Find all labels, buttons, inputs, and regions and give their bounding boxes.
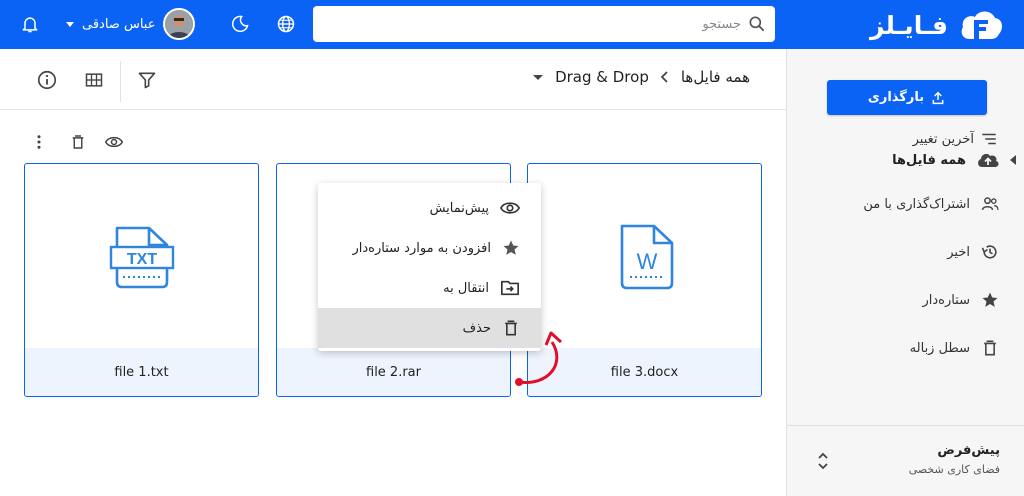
user-menu[interactable]: عباس صادقی (66, 7, 196, 41)
brand[interactable]: فـایـلز (870, 6, 1004, 44)
more-vert-icon[interactable] (28, 131, 50, 153)
cloud-upload-icon (978, 153, 999, 167)
trash-icon (984, 340, 996, 356)
globe-icon[interactable] (274, 12, 298, 36)
file-name: file 1.txt (25, 348, 258, 396)
grid-view-icon[interactable] (82, 68, 106, 92)
sort-control[interactable]: آخرین تغییر (913, 130, 998, 148)
sidebar-item-label: اشتراک‌گذاری با من (863, 196, 970, 212)
expand-caret-icon[interactable] (1010, 155, 1016, 165)
file-name: file 2.rar (277, 348, 510, 396)
sidebar-item-trash[interactable]: سطل زباله (820, 336, 1000, 360)
workspace-name: پیش‌فرض (937, 443, 1000, 458)
breadcrumb: همه فایل‌ها Drag & Drop (533, 68, 750, 86)
people-icon (981, 197, 999, 211)
menu-item-preview[interactable]: پیش‌نمایش (318, 188, 541, 228)
sort-icon (982, 133, 996, 145)
menu-item-add-star[interactable]: افزودن به موارد ستاره‌دار (318, 228, 541, 268)
chevron-down-icon (66, 21, 74, 27)
breadcrumb-current[interactable]: Drag & Drop (555, 68, 649, 86)
toolbar: همه فایل‌ها Drag & Drop (0, 49, 786, 110)
txt-file-icon: TXT (109, 226, 174, 288)
docx-icon-letter: W (636, 249, 657, 274)
sidebar-item-label: همه فایل‌ها (892, 152, 966, 168)
unfold-icon[interactable] (817, 449, 829, 473)
top-bar: فـایـلز عباس صادقی (0, 0, 1024, 49)
star-icon (982, 292, 998, 307)
sidebar: بارگذاری همه فایل‌ها اشتراک‌گذاری با من … (786, 49, 1024, 496)
breadcrumb-root[interactable]: همه فایل‌ها (681, 68, 750, 86)
sidebar-divider (787, 425, 1024, 426)
sort-label: آخرین تغییر (912, 131, 974, 147)
eye-icon (499, 202, 521, 214)
bell-icon[interactable] (18, 12, 42, 36)
sidebar-item-recent[interactable]: اخیر (820, 240, 1000, 264)
moon-icon[interactable] (228, 12, 252, 36)
chevron-down-icon[interactable] (533, 74, 544, 80)
annotation-arrow-icon (515, 331, 563, 386)
filter-icon[interactable] (135, 68, 159, 92)
upload-button[interactable]: بارگذاری (827, 80, 987, 115)
logo-icon (961, 11, 1003, 39)
sidebar-item-starred[interactable]: ستاره‌دار (820, 288, 1000, 312)
sidebar-item-shared[interactable]: اشتراک‌گذاری با من (820, 192, 1000, 216)
menu-item-label: انتقال به (443, 280, 489, 296)
file-card-txt[interactable]: TXT file 1.txt (24, 163, 259, 397)
file-thumbnail: TXT (25, 164, 258, 349)
workspace-selector[interactable]: پیش‌فرض فضای کاری شخصی (909, 443, 1000, 476)
search-input[interactable] (331, 6, 741, 42)
sidebar-item-all-files[interactable]: همه فایل‌ها (820, 148, 1000, 172)
menu-item-move-to[interactable]: انتقال به (318, 268, 541, 308)
info-icon[interactable] (35, 68, 59, 92)
toolbar-divider (120, 61, 121, 102)
eye-icon[interactable] (103, 131, 125, 153)
trash-icon[interactable] (67, 131, 89, 153)
menu-item-label: پیش‌نمایش (429, 200, 489, 216)
chevron-left-icon (660, 71, 668, 83)
sidebar-item-label: اخیر (947, 244, 970, 260)
folder-move-icon (501, 280, 519, 296)
txt-icon-label: TXT (126, 251, 156, 268)
upload-button-label: بارگذاری (867, 90, 925, 105)
upload-icon (932, 91, 944, 104)
menu-item-label: افزودن به موارد ستاره‌دار (352, 240, 492, 256)
search-box[interactable] (313, 6, 775, 42)
menu-item-label: حذف (462, 320, 491, 336)
sidebar-item-label: سطل زباله (909, 340, 970, 356)
search-icon[interactable] (747, 14, 767, 34)
star-icon (503, 240, 519, 255)
history-icon (981, 245, 997, 259)
avatar (163, 8, 196, 40)
brand-name: فـایـلز (870, 10, 948, 40)
sidebar-item-label: ستاره‌دار (922, 292, 970, 308)
user-name: عباس صادقی (82, 16, 156, 32)
file-thumbnail: W (528, 164, 761, 349)
docx-file-icon: W (620, 224, 673, 289)
workspace-subtitle: فضای کاری شخصی (908, 463, 1000, 476)
